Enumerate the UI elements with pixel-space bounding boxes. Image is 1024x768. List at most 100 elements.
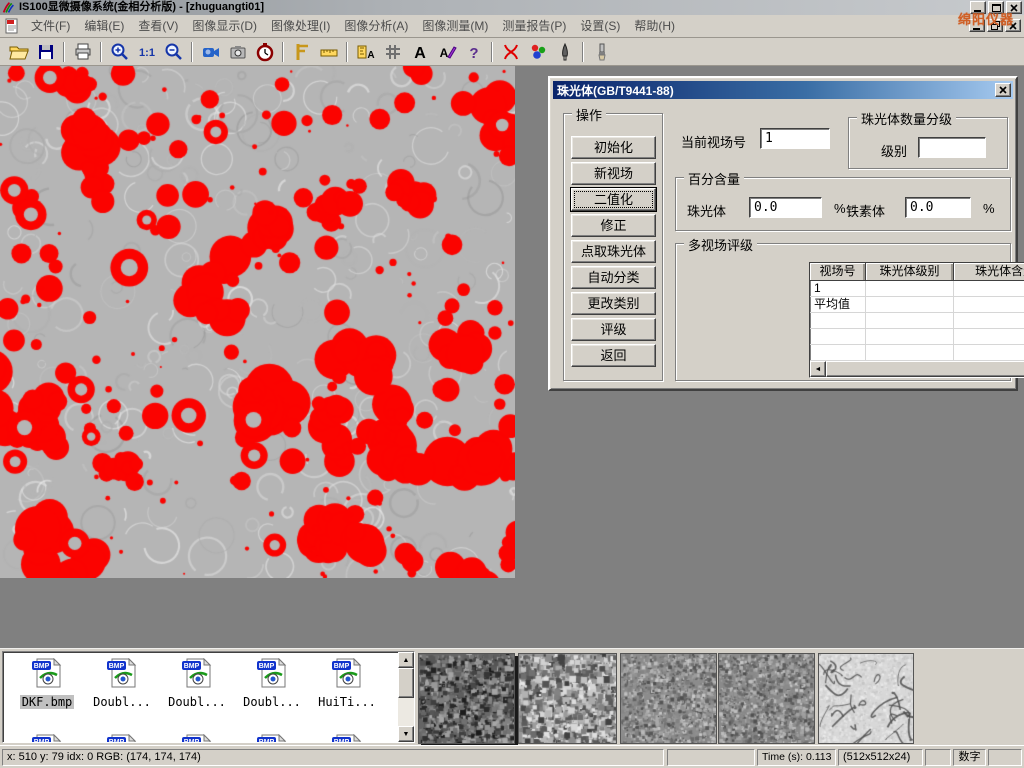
file-item-partial[interactable]: BMP	[311, 734, 383, 743]
percent-group-label: 百分含量	[684, 169, 744, 188]
pen-icon[interactable]	[551, 40, 578, 64]
table-column-header[interactable]: 珠光体含量(%)	[954, 263, 1024, 281]
op-button-6[interactable]: 自动分类	[571, 266, 656, 289]
one-to-one-icon[interactable]: 1:1	[133, 40, 160, 64]
zoom-out-icon[interactable]	[160, 40, 187, 64]
menu-item[interactable]: 帮助(H)	[627, 16, 682, 36]
camera-icon[interactable]	[224, 40, 251, 64]
file-item[interactable]: BMPDKF.bmp	[11, 658, 83, 711]
sample-thumbnail-1[interactable]	[418, 653, 515, 744]
menu-item[interactable]: 查看(V)	[131, 16, 185, 36]
table-column-header[interactable]: 视场号	[810, 263, 866, 281]
op-button-1[interactable]: 初始化	[571, 136, 656, 159]
open-icon[interactable]	[5, 40, 32, 64]
pearlite-percent-input[interactable]	[749, 197, 822, 218]
op-button-3[interactable]: 二值化	[571, 188, 656, 211]
help-icon[interactable]: ?	[460, 40, 487, 64]
file-name: Doubl...	[91, 695, 153, 709]
mdi-child-controls	[967, 19, 1021, 32]
op-button-7[interactable]: 更改类别	[571, 292, 656, 315]
sample-thumbnail-2[interactable]	[518, 653, 617, 744]
svg-text:A: A	[414, 45, 426, 62]
status-time: Time (s): 0.113	[757, 749, 836, 766]
ruler-icon[interactable]	[315, 40, 342, 64]
brush-icon[interactable]	[588, 40, 615, 64]
menu-items: 文件(F)编辑(E)查看(V)图像显示(D)图像处理(I)图像分析(A)图像测量…	[24, 17, 682, 35]
toolbar-separator	[100, 42, 102, 62]
table-row[interactable]: 平均值0.0	[810, 297, 1024, 313]
file-item[interactable]: BMPDoubl...	[86, 658, 158, 711]
scroll-left-icon[interactable]: ◄	[810, 361, 826, 377]
annotate-icon[interactable]: A	[433, 40, 460, 64]
save-icon[interactable]	[32, 40, 59, 64]
operations-group: 操作 初始化新视场二值化修正点取珠光体自动分类更改类别评级返回	[563, 113, 663, 381]
op-button-5[interactable]: 点取珠光体	[571, 240, 656, 263]
level-input[interactable]	[918, 137, 986, 158]
level-label: 级别	[881, 141, 907, 160]
dialog-title: 珠光体(GB/T9441-88)	[557, 82, 674, 99]
scrollbar-thumb[interactable]	[826, 361, 1024, 377]
grid-icon[interactable]	[379, 40, 406, 64]
scroll-down-icon[interactable]: ▼	[398, 726, 414, 742]
file-item[interactable]: BMPDoubl...	[236, 658, 308, 711]
ferrite-percent-input[interactable]	[905, 197, 971, 218]
video-camera-icon[interactable]	[197, 40, 224, 64]
menu-item[interactable]: 图像测量(M)	[415, 16, 495, 36]
menu-item[interactable]: 图像处理(I)	[264, 16, 337, 36]
menu-item[interactable]: 文件(F)	[24, 16, 77, 36]
minimize-icon[interactable]	[970, 1, 986, 14]
curve-cut-icon[interactable]	[497, 40, 524, 64]
close-icon[interactable]	[1006, 1, 1022, 14]
sample-thumbnail-4[interactable]	[718, 653, 815, 744]
sample-thumbnail-3[interactable]	[620, 653, 717, 744]
particles-icon[interactable]	[524, 40, 551, 64]
table-row[interactable]	[810, 313, 1024, 329]
file-scrollbar-thumb[interactable]	[398, 668, 414, 698]
print-icon[interactable]	[69, 40, 96, 64]
mdi-minimize-icon[interactable]	[969, 19, 985, 32]
table-column-header[interactable]: 珠光体级别	[866, 263, 954, 281]
bmp-file-icon: BMP	[30, 658, 64, 688]
table-cell	[954, 329, 1024, 345]
menu-item[interactable]: 测量报告(P)	[495, 16, 573, 36]
scroll-up-icon[interactable]: ▲	[398, 652, 414, 668]
file-item[interactable]: BMPHuiTi...	[311, 658, 383, 711]
toolbar-separator	[346, 42, 348, 62]
mdi-close-icon[interactable]	[1005, 19, 1021, 32]
file-item-partial[interactable]: BMP	[236, 734, 308, 743]
table-cell	[866, 329, 954, 345]
current-field-input[interactable]	[760, 128, 830, 149]
dialog-title-bar[interactable]: 珠光体(GB/T9441-88)	[553, 81, 1013, 99]
op-button-8[interactable]: 评级	[571, 318, 656, 341]
sample-thumbnail-5[interactable]	[818, 653, 914, 744]
dialog-body: 操作 初始化新视场二值化修正点取珠光体自动分类更改类别评级返回 当前视场号 珠光…	[553, 99, 1013, 386]
dialog-close-icon[interactable]	[995, 83, 1011, 97]
file-item-partial[interactable]: BMP	[86, 734, 158, 743]
table-row[interactable]	[810, 329, 1024, 345]
table-cell: 0.0	[954, 281, 1024, 297]
file-item-partial[interactable]: BMP	[161, 734, 233, 743]
table-cell	[866, 281, 954, 297]
window-title: IS100显微摄像系统(金相分析版) - [zhuguangti01]	[19, 0, 264, 15]
mdi-restore-icon[interactable]	[987, 19, 1003, 32]
measure-text-icon[interactable]: A	[352, 40, 379, 64]
op-button-9[interactable]: 返回	[571, 344, 656, 367]
menu-item[interactable]: 编辑(E)	[77, 16, 131, 36]
table-row[interactable]	[810, 345, 1024, 361]
text-icon[interactable]: A	[406, 40, 433, 64]
op-button-2[interactable]: 新视场	[571, 162, 656, 185]
title-bar: IS100显微摄像系统(金相分析版) - [zhuguangti01]	[0, 0, 1024, 15]
file-item-partial[interactable]: BMP	[11, 734, 83, 743]
table-row[interactable]: 10.0	[810, 281, 1024, 297]
menu-item[interactable]: 图像分析(A)	[337, 16, 415, 36]
file-item[interactable]: BMPDoubl...	[161, 658, 233, 711]
maximize-icon[interactable]	[988, 1, 1004, 14]
micrograph-image[interactable]	[0, 66, 515, 578]
caliper-icon[interactable]	[288, 40, 315, 64]
file-list: ▲ ▼ BMPDKF.bmpBMPDoubl...BMPDoubl...BMPD…	[2, 651, 415, 743]
zoom-in-icon[interactable]	[106, 40, 133, 64]
menu-item[interactable]: 图像显示(D)	[185, 16, 264, 36]
timer-icon[interactable]	[251, 40, 278, 64]
menu-item[interactable]: 设置(S)	[573, 16, 627, 36]
op-button-4[interactable]: 修正	[571, 214, 656, 237]
